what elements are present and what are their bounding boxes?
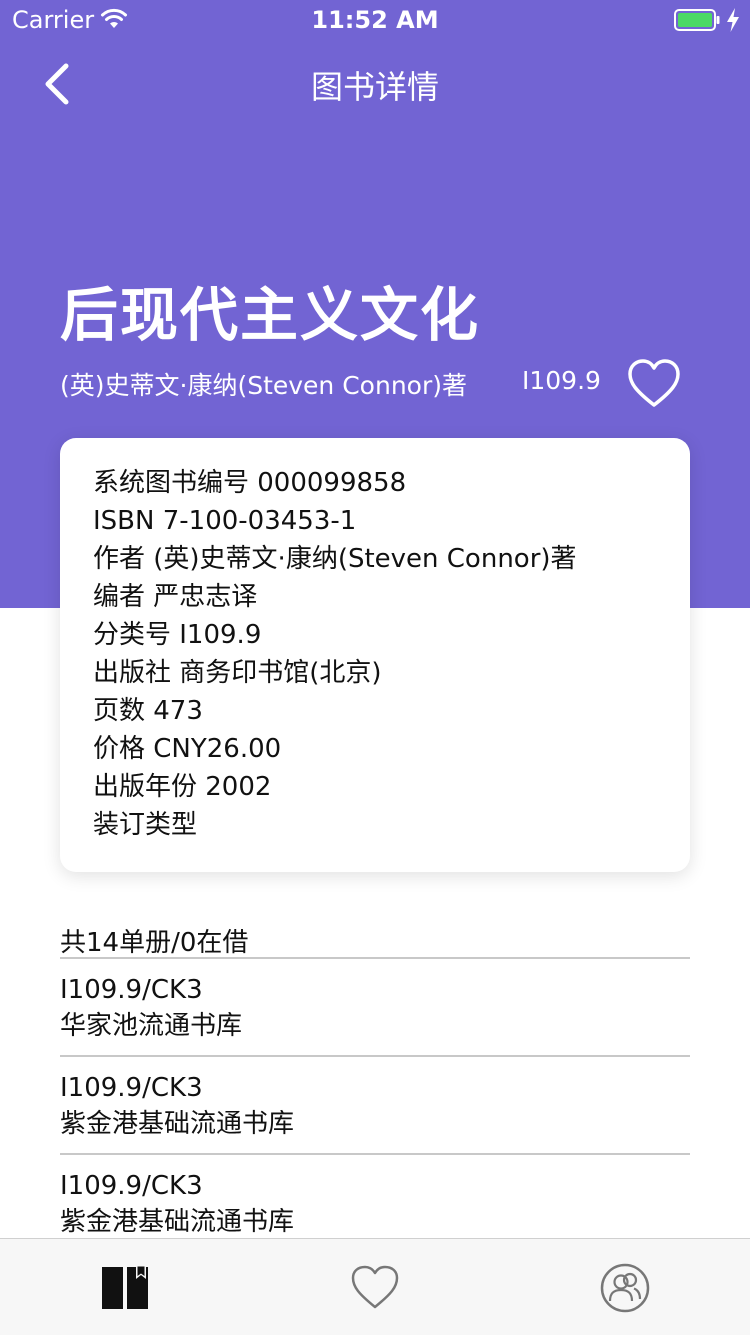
- holding-location: 华家池流通书库: [60, 1011, 243, 1041]
- status-bar: Carrier 11:52 AM: [0, 0, 750, 40]
- user-group-icon: [600, 1263, 650, 1313]
- book-call-number: I109.9: [522, 366, 601, 395]
- detail-year: 出版年份 2002: [93, 772, 272, 802]
- holding-call-number: I109.9/CK3: [60, 1073, 203, 1103]
- holding-call-number: I109.9/CK3: [60, 1171, 203, 1201]
- book-details-list: 系统图书编号 000099858 ISBN 7-100-03453-1 作者 (…: [93, 464, 577, 844]
- tab-bar: [0, 1238, 750, 1335]
- holding-location: 紫金港基础流通书库: [60, 1207, 295, 1237]
- detail-binding: 装订类型: [93, 810, 198, 840]
- detail-publisher: 出版社 商务印书馆(北京): [93, 658, 382, 688]
- divider: [60, 1055, 690, 1057]
- book-title: 后现代主义文化: [60, 281, 481, 349]
- detail-price: 价格 CNY26.00: [93, 734, 282, 764]
- holding-item[interactable]: I109.9/CK3 华家池流通书库: [60, 972, 690, 1044]
- detail-classification: 分类号 I109.9: [93, 620, 262, 650]
- page-title: 图书详情: [310, 68, 439, 106]
- holding-item[interactable]: I109.9/CK3 紫金港基础流通书库: [60, 1070, 690, 1142]
- tab-books[interactable]: [0, 1239, 250, 1335]
- detail-editor: 编者 严忠志译: [93, 582, 258, 612]
- divider: [60, 957, 690, 959]
- holding-call-number: I109.9/CK3: [60, 975, 203, 1005]
- battery-full-icon: [674, 9, 720, 31]
- bolt-icon: [727, 8, 739, 32]
- holding-location: 紫金港基础流通书库: [60, 1109, 295, 1139]
- clock: 11:52 AM: [311, 6, 439, 34]
- book-icon: [102, 1265, 148, 1309]
- heart-icon: [351, 1265, 399, 1309]
- tab-profile[interactable]: [500, 1239, 750, 1335]
- heart-outline-icon: [628, 359, 680, 407]
- book-info-card: 系统图书编号 000099858 ISBN 7-100-03453-1 作者 (…: [60, 438, 690, 872]
- divider: [60, 1153, 690, 1155]
- detail-isbn: ISBN 7-100-03453-1: [93, 506, 357, 536]
- detail-system-id: 系统图书编号 000099858: [93, 468, 407, 498]
- holdings-summary: 共14单册/0在借: [60, 928, 249, 958]
- detail-author: 作者 (英)史蒂文·康纳(Steven Connor)著: [93, 544, 577, 574]
- detail-pages: 页数 473: [93, 696, 203, 726]
- favorite-button[interactable]: [626, 358, 682, 410]
- tab-favorites[interactable]: [250, 1239, 500, 1335]
- book-author: (英)史蒂文·康纳(Steven Connor)著: [60, 371, 467, 400]
- holding-item[interactable]: I109.9/CK3 紫金港基础流通书库: [60, 1168, 690, 1240]
